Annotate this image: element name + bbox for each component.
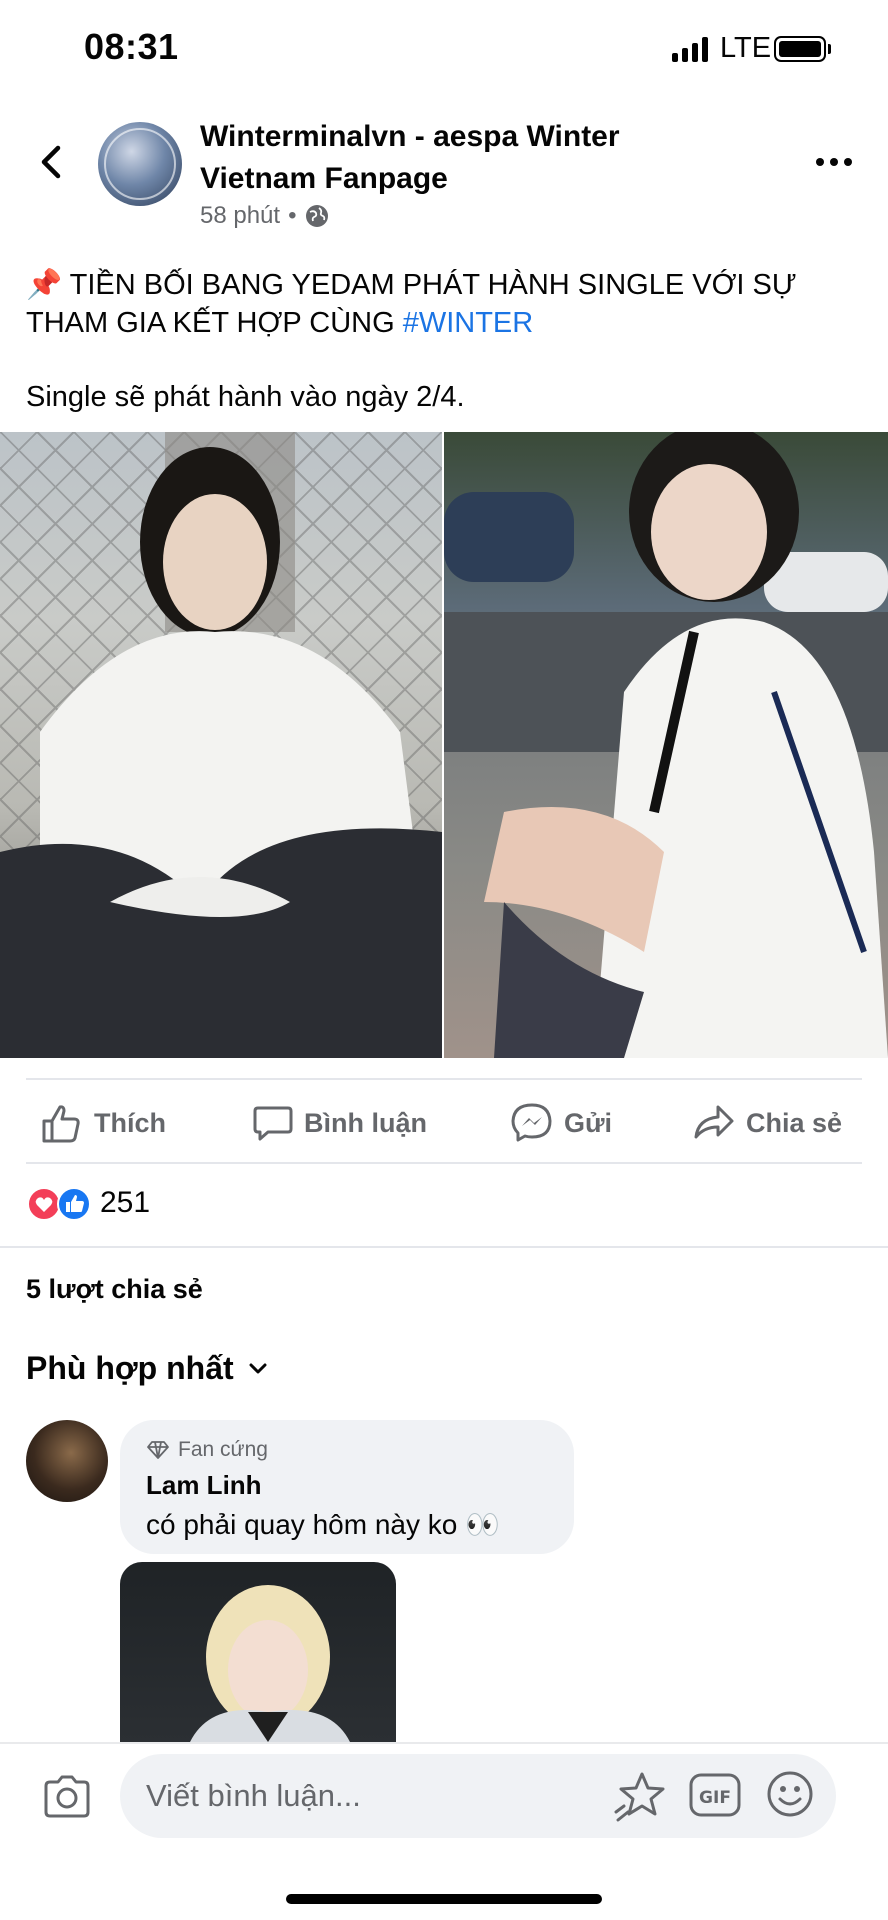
sort-label: Phù hợp nhất xyxy=(26,1350,234,1386)
post-time[interactable]: 58 phút xyxy=(200,202,280,230)
share-label: Chia sẻ xyxy=(746,1107,843,1138)
more-options-icon[interactable] xyxy=(816,158,852,166)
share-button[interactable]: Chia sẻ xyxy=(692,1098,842,1148)
network-type: LTE xyxy=(720,32,772,64)
diamond-icon xyxy=(147,1441,169,1459)
post-body: Single sẽ phát hành vào ngày 2/4. xyxy=(26,381,465,413)
comment-button[interactable]: Bình luận xyxy=(252,1098,427,1148)
meta-separator: • xyxy=(288,202,297,229)
globe-icon xyxy=(306,205,329,227)
stats-divider xyxy=(0,1246,888,1248)
gif-icon[interactable]: GIF xyxy=(688,1770,742,1820)
like-label: Thích xyxy=(94,1107,166,1138)
status-time: 08:31 xyxy=(84,26,179,67)
home-indicator[interactable] xyxy=(286,1894,602,1904)
action-divider-top xyxy=(26,1078,862,1080)
comment-icon xyxy=(253,1106,293,1141)
battery-tip xyxy=(828,44,831,54)
back-arrow-icon[interactable] xyxy=(36,142,66,182)
action-divider-bottom xyxy=(26,1162,862,1164)
commenter-avatar[interactable] xyxy=(26,1420,108,1502)
reaction-count[interactable]: 251 xyxy=(100,1186,150,1220)
like-reaction-icon xyxy=(57,1187,91,1221)
emoji-icon[interactable] xyxy=(764,1768,816,1820)
comment-text: có phải quay hôm này ko 👀 xyxy=(146,1509,500,1540)
battery-icon xyxy=(774,36,826,62)
comment-sort-dropdown[interactable]: Phù hợp nhất xyxy=(26,1350,268,1387)
comment-image[interactable] xyxy=(120,1562,396,1742)
chevron-down-icon xyxy=(249,1363,267,1373)
sticker-star-icon[interactable] xyxy=(612,1768,668,1824)
post-title: 📌 TIỀN BỐI BANG YEDAM PHÁT HÀNH SINGLE V… xyxy=(26,266,866,342)
svg-text:GIF: GIF xyxy=(699,1788,731,1808)
page-name[interactable]: Winterminalvn - aespa Winter Vietnam Fan… xyxy=(200,116,640,200)
post-photo-left[interactable] xyxy=(0,432,442,1058)
reactions-summary[interactable] xyxy=(26,1186,92,1222)
like-icon xyxy=(42,1105,80,1143)
pin-emoji: 📌 xyxy=(26,269,63,301)
camera-icon[interactable] xyxy=(40,1770,94,1824)
share-icon xyxy=(694,1105,734,1139)
comment-label: Bình luận xyxy=(304,1107,427,1138)
badge-label: Fan cứng xyxy=(178,1438,268,1461)
messenger-icon xyxy=(511,1103,552,1142)
hashtag-link[interactable]: #WINTER xyxy=(403,307,534,339)
like-button[interactable]: Thích xyxy=(40,1098,166,1148)
post-photo-right[interactable] xyxy=(444,432,888,1058)
share-count[interactable]: 5 lượt chia sẻ xyxy=(26,1274,203,1305)
page-avatar[interactable] xyxy=(98,122,182,206)
commenter-name[interactable]: Lam Linh xyxy=(146,1470,262,1501)
send-label: Gửi xyxy=(564,1107,613,1138)
post-meta: 58 phút • xyxy=(200,202,330,230)
send-button[interactable]: Gửi xyxy=(510,1098,612,1148)
signal-icon xyxy=(672,36,708,62)
fan-badge: Fan cứng xyxy=(146,1438,268,1462)
